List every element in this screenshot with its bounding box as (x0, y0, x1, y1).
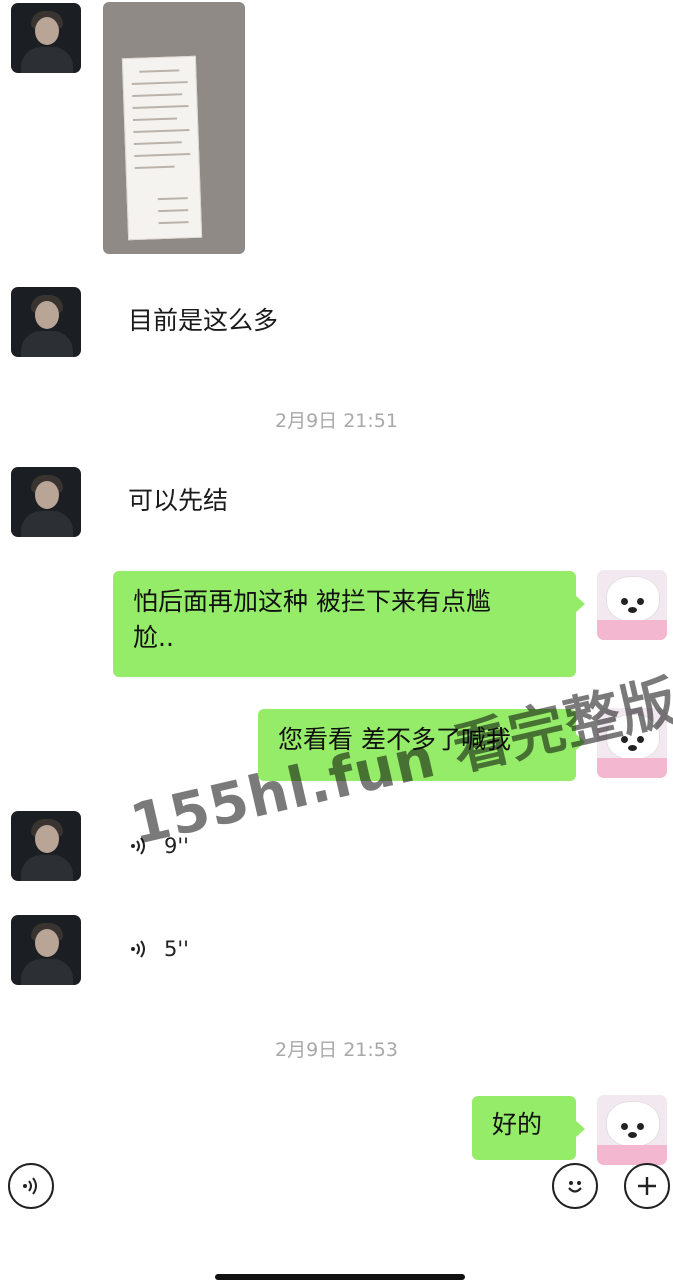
message-text[interactable]: 目前是这么多 (128, 305, 278, 337)
receipt-photo[interactable] (103, 2, 245, 254)
contact-avatar[interactable] (11, 811, 81, 881)
emoji-icon (568, 1181, 582, 1193)
voice-toggle-button[interactable] (8, 1163, 54, 1209)
home-indicator[interactable] (215, 1274, 465, 1280)
my-avatar[interactable] (597, 570, 667, 640)
voice-duration: 5'' (164, 937, 189, 961)
voice-message[interactable]: 5'' (128, 937, 189, 961)
watermark-text: 155hl.fun 看完整版 (124, 669, 673, 859)
receipt-image (121, 55, 203, 241)
outgoing-message-bubble[interactable]: 好的 (472, 1096, 585, 1160)
bubble-line: 怕后面再加这种 被拦下来有点尴 (133, 587, 491, 616)
more-button[interactable] (624, 1163, 670, 1209)
contact-avatar[interactable] (11, 287, 81, 357)
plus-icon (638, 1177, 656, 1195)
timestamp: 2月9日 21:53 (275, 1039, 398, 1061)
bubble-line: 尬.. (133, 623, 174, 652)
bubble-text: 好的 (492, 1110, 543, 1139)
timestamp: 2月9日 21:51 (275, 410, 398, 432)
voice-icon (23, 1177, 37, 1195)
emoji-button[interactable] (552, 1163, 598, 1209)
message-text[interactable]: 可以先结 (128, 485, 228, 517)
contact-avatar[interactable] (11, 915, 81, 985)
contact-avatar[interactable] (11, 467, 81, 537)
contact-avatar[interactable] (11, 3, 81, 73)
voice-wave-icon (131, 940, 145, 958)
input-toolbar (0, 1155, 673, 1225)
outgoing-message-bubble[interactable]: 怕后面再加这种 被拦下来有点尴 尬.. (113, 571, 585, 677)
